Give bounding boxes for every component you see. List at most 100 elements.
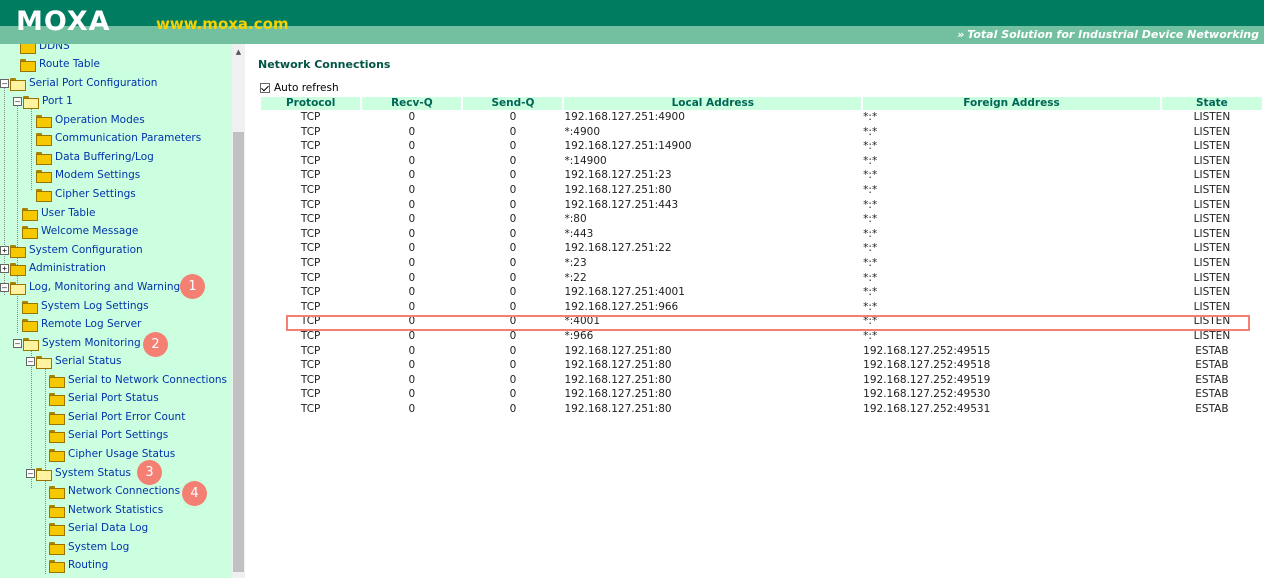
page-title: Network Connections — [258, 58, 391, 71]
cell-recv-q: 0 — [408, 125, 416, 138]
connections-table: Protocol Recv-Q Send-Q Local Address For… — [259, 97, 1264, 416]
cell-foreign-address: *:* — [863, 300, 878, 313]
sidebar-item-modem-settings[interactable]: Modem Settings — [36, 166, 140, 184]
collapse-icon[interactable]: – — [13, 96, 22, 106]
connections-table-body: TCP 0 0 192.168.127.251:4900 *:* LISTEN TCP 0 0 *… — [261, 110, 1262, 416]
cell-send-q: 0 — [509, 300, 517, 313]
cell-send-q: 0 — [509, 183, 517, 196]
sidebar-scrollbar[interactable]: ▲ — [232, 44, 245, 578]
auto-refresh-checkbox[interactable] — [260, 83, 270, 93]
sidebar-item-ddns[interactable]: DDNS — [20, 44, 70, 55]
cell-foreign-address: *:* — [863, 256, 878, 269]
auto-refresh-toggle[interactable]: Auto refresh — [260, 82, 339, 94]
cell-foreign-address: 192.168.127.252:49515 — [863, 344, 991, 357]
sidebar-item-cipher-settings[interactable]: Cipher Settings — [36, 185, 136, 203]
step-badge-3: 3 — [137, 460, 162, 485]
cell-foreign-address: *:* — [863, 242, 878, 255]
sidebar-item-serial-data-log[interactable]: Serial Data Log — [49, 519, 148, 537]
folder-open-icon — [36, 355, 52, 369]
cell-foreign-address: *:* — [863, 227, 878, 240]
sidebar-item-system-log-settings[interactable]: System Log Settings — [22, 297, 149, 315]
cell-recv-q: 0 — [408, 300, 416, 313]
cell-send-q: 0 — [509, 256, 517, 269]
cell-foreign-address: *:* — [863, 140, 878, 153]
sidebar-item-cipher-usage-status[interactable]: Cipher Usage Status — [49, 445, 175, 463]
moxa-url-link[interactable]: www.moxa.com — [156, 15, 289, 33]
column-header-recv-q: Recv-Q — [362, 97, 462, 110]
cell-local-address: 192.168.127.251:4900 — [564, 111, 685, 123]
table-row: TCP 0 0 192.168.127.251:80 192.168.127.252:4… — [261, 387, 1262, 402]
sidebar-item-system-log[interactable]: System Log — [49, 538, 129, 556]
app-header: MOXA www.moxa.com » Total Solution for In… — [0, 0, 1264, 44]
sidebar-item-routing[interactable]: Routing — [49, 556, 108, 574]
collapse-icon[interactable]: – — [26, 468, 35, 478]
sidebar-item-remote-log-server[interactable]: Remote Log Server — [22, 315, 141, 333]
cell-state: LISTEN — [1193, 300, 1231, 313]
cell-recv-q: 0 — [408, 198, 416, 211]
expand-icon[interactable]: + — [0, 245, 9, 255]
tree-line — [31, 109, 32, 190]
sidebar-item-network-statistics[interactable]: Network Statistics — [49, 501, 163, 519]
sidebar-item-serial-port-configuration[interactable]: – Serial Port Configuration — [0, 74, 157, 92]
cell-state: LISTEN — [1193, 169, 1231, 182]
scroll-up-arrow-icon[interactable]: ▲ — [232, 46, 245, 58]
cell-foreign-address: *:* — [863, 169, 878, 182]
tagline-text: Total Solution for Industrial Device Net… — [967, 28, 1259, 41]
table-row: TCP 0 0 *:966 *:* LISTEN — [261, 329, 1262, 344]
collapse-icon[interactable]: – — [13, 338, 22, 348]
table-row: TCP 0 0 *:23 *:* LISTEN — [261, 256, 1262, 271]
cell-local-address: *:4900 — [564, 125, 600, 138]
sidebar-item-serial-port-settings[interactable]: Serial Port Settings — [49, 426, 168, 444]
sidebar-item-serial-status[interactable]: – Serial Status — [26, 352, 122, 370]
sidebar-item-communication-parameters[interactable]: Communication Parameters — [36, 129, 201, 147]
scrollbar-thumb[interactable] — [233, 132, 244, 572]
column-header-state: State — [1161, 97, 1262, 110]
sidebar-item-route-table[interactable]: Route Table — [20, 55, 100, 73]
cell-state: ESTAB — [1195, 344, 1229, 357]
folder-open-icon — [10, 281, 26, 295]
folder-icon — [49, 392, 65, 406]
cell-local-address: 192.168.127.251:80 — [564, 359, 672, 372]
cell-foreign-address: *:* — [863, 125, 878, 138]
cell-foreign-address: 192.168.127.252:49531 — [863, 402, 991, 415]
table-row: TCP 0 0 *:80 *:* LISTEN — [261, 212, 1262, 227]
cell-state: ESTAB — [1195, 388, 1229, 401]
sidebar-item-serial-port-error-count[interactable]: Serial Port Error Count — [49, 408, 185, 426]
cell-recv-q: 0 — [408, 140, 416, 153]
sidebar-item-log-monitoring-warning[interactable]: – Log, Monitoring and Warning — [0, 278, 180, 296]
sidebar-item-data-buffering-log[interactable]: Data Buffering/Log — [36, 148, 154, 166]
sidebar-item-user-table[interactable]: User Table — [22, 204, 95, 222]
sidebar-item-port-1[interactable]: – Port 1 — [13, 92, 73, 110]
moxa-logo[interactable]: MOXA — [16, 7, 111, 37]
sidebar-item-system-monitoring[interactable]: – System Monitoring — [13, 334, 141, 352]
cell-recv-q: 0 — [408, 373, 416, 386]
cell-foreign-address: *:* — [863, 154, 878, 167]
expand-icon[interactable]: + — [0, 263, 9, 273]
sidebar-item-serial-port-status[interactable]: Serial Port Status — [49, 389, 159, 407]
sidebar-item-operation-modes[interactable]: Operation Modes — [36, 111, 145, 129]
cell-protocol: TCP — [300, 242, 321, 255]
cell-send-q: 0 — [509, 154, 517, 167]
table-row: TCP 0 0 192.168.127.251:23 *:* LISTEN — [261, 168, 1262, 183]
sidebar-item-network-connections[interactable]: Network Connections — [49, 482, 180, 500]
cell-recv-q: 0 — [408, 344, 416, 357]
cell-state: LISTEN — [1193, 111, 1231, 123]
sidebar-tree: DDNS Route Table – Serial Port Configurat… — [0, 44, 232, 578]
collapse-icon[interactable]: – — [0, 282, 9, 292]
sidebar-item-serial-to-network-connections[interactable]: Serial to Network Connections — [49, 371, 227, 389]
collapse-icon[interactable]: – — [26, 356, 35, 366]
cell-protocol: TCP — [300, 213, 321, 226]
column-header-local-address: Local Address — [564, 97, 862, 110]
table-row: TCP 0 0 192.168.127.251:80 *:* LISTEN — [261, 183, 1262, 198]
sidebar-item-system-status[interactable]: – System Status — [26, 464, 131, 482]
table-row: TCP 0 0 192.168.127.251:4900 *:* LISTEN — [261, 110, 1262, 125]
collapse-icon[interactable]: – — [0, 78, 9, 88]
sidebar-item-system-configuration[interactable]: + System Configuration — [0, 241, 143, 259]
sidebar-item-welcome-message[interactable]: Welcome Message — [22, 222, 138, 240]
cell-local-address: 192.168.127.251:80 — [564, 344, 672, 357]
cell-state: LISTEN — [1193, 125, 1231, 138]
table-row: TCP 0 0 192.168.127.251:22 *:* LISTEN — [261, 241, 1262, 256]
sidebar-item-administration[interactable]: + Administration — [0, 259, 106, 277]
column-header-protocol: Protocol — [261, 97, 361, 110]
folder-icon — [20, 44, 36, 54]
